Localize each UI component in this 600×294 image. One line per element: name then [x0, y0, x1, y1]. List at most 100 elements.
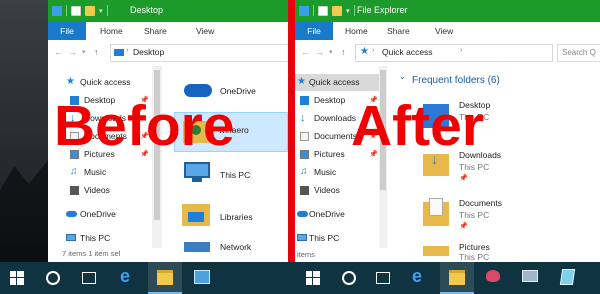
divider-line — [288, 0, 295, 294]
nav-item-videos[interactable]: Videos — [295, 182, 379, 199]
music-icon: ♫ — [70, 166, 78, 177]
network-settings-icon — [522, 270, 538, 282]
back-arrow-icon[interactable]: ← — [301, 47, 310, 57]
back-arrow-icon[interactable]: ← — [54, 47, 63, 57]
forward-arrow-icon[interactable]: → — [68, 47, 77, 57]
chevron-right-icon: › — [126, 47, 129, 54]
task-view-button[interactable] — [76, 262, 102, 294]
recent-locations-icon[interactable]: ▾ — [82, 48, 86, 56]
pin-icon: 📌 — [459, 223, 468, 230]
edge-button[interactable]: e — [404, 262, 434, 294]
folder-item-documents[interactable]: Documents This PC 📌 — [415, 196, 595, 236]
title-bar: ▾ File Explorer — [295, 0, 600, 22]
start-button[interactable] — [296, 262, 332, 294]
documents-icon — [300, 132, 309, 141]
address-bar-row: ← → ▾ ↑ › Desktop — [48, 40, 288, 64]
status-bar: items — [297, 250, 315, 259]
nav-item-quick-access[interactable]: ★ Quick access — [295, 74, 379, 91]
up-arrow-icon[interactable]: ↑ — [94, 47, 99, 57]
pictures-icon — [300, 150, 309, 159]
window-icon — [52, 5, 62, 16]
content-item-libraries[interactable]: Libraries — [174, 200, 288, 230]
search-circle-icon — [342, 271, 356, 285]
documents-icon — [429, 198, 443, 216]
pc-icon — [184, 162, 210, 178]
file-explorer-button[interactable] — [440, 262, 474, 294]
address-path: Quick access — [382, 47, 433, 57]
network-settings-button[interactable] — [514, 262, 546, 294]
desktop-background — [0, 0, 48, 262]
status-bar: 7 items 1 item sel — [62, 249, 121, 258]
address-box[interactable]: › Desktop — [110, 44, 288, 62]
address-box[interactable]: ★ › Quick access › — [355, 44, 553, 62]
pc-icon — [297, 234, 307, 241]
task-view-button[interactable] — [370, 262, 396, 294]
properties-icon[interactable] — [71, 5, 81, 16]
chevron-down-icon[interactable]: ▾ — [346, 7, 350, 15]
start-button[interactable] — [0, 262, 36, 294]
forward-arrow-icon[interactable]: → — [315, 47, 324, 57]
tab-home[interactable]: Home — [100, 22, 123, 40]
star-icon: ★ — [66, 76, 75, 87]
edge-icon: e — [412, 266, 423, 286]
properties-icon[interactable] — [318, 5, 328, 16]
chevron-down-icon[interactable]: ⌄ — [399, 72, 406, 81]
chevron-down-icon[interactable]: ▾ — [99, 7, 103, 15]
tab-view[interactable]: View — [196, 22, 214, 40]
address-path: Desktop — [133, 47, 165, 57]
nav-item-onedrive[interactable]: OneDrive — [295, 206, 379, 223]
nav-item-onedrive[interactable]: OneDrive — [48, 206, 152, 223]
file-explorer-button[interactable] — [148, 262, 182, 294]
tab-file[interactable]: File — [295, 22, 333, 40]
search-button[interactable] — [40, 262, 66, 294]
start-icon — [10, 271, 24, 285]
nav-item-music[interactable]: ♫ Music — [48, 164, 152, 181]
nav-item-this-pc[interactable]: This PC — [295, 230, 379, 247]
new-folder-icon[interactable] — [332, 5, 342, 16]
desktop-folder-icon — [300, 96, 309, 105]
ribbon-tabs: File Home Share View — [295, 22, 600, 41]
star-icon: ★ — [297, 76, 306, 87]
search-button[interactable] — [336, 262, 362, 294]
edge-icon: e — [120, 266, 131, 286]
videos-icon — [70, 186, 79, 195]
notepad-icon — [559, 269, 576, 285]
cloud-icon — [297, 211, 308, 217]
nav-item-videos[interactable]: Videos — [48, 182, 152, 199]
control-panel-button[interactable] — [186, 262, 218, 294]
tab-share[interactable]: Share — [387, 22, 410, 40]
videos-icon — [300, 186, 309, 195]
task-view-icon — [82, 272, 96, 284]
nav-item-quick-access[interactable]: ★ Quick access — [48, 74, 152, 91]
control-panel-icon — [194, 270, 210, 284]
start-icon — [306, 271, 320, 285]
tab-share[interactable]: Share — [144, 22, 167, 40]
window-title: Desktop — [130, 5, 164, 15]
recent-locations-icon[interactable]: ▾ — [329, 48, 333, 56]
nav-item-this-pc[interactable]: This PC — [48, 230, 152, 247]
desktop-icon — [114, 49, 124, 56]
content-item-this-pc[interactable]: This PC — [174, 160, 288, 188]
tab-view[interactable]: View — [435, 22, 453, 40]
paint-icon — [486, 270, 500, 282]
up-arrow-icon[interactable]: ↑ — [341, 47, 346, 57]
window-title: File Explorer — [357, 5, 408, 15]
nav-item-music[interactable]: ♫ Music — [295, 164, 379, 181]
new-folder-icon[interactable] — [85, 5, 95, 16]
taskbar: e e — [0, 262, 600, 294]
tab-home[interactable]: Home — [345, 22, 368, 40]
search-input[interactable]: Search Q — [557, 44, 600, 62]
pin-icon: 📌 — [459, 175, 468, 182]
notepad-button[interactable] — [552, 262, 584, 294]
window-icon — [299, 5, 309, 16]
download-icon: ↓ — [300, 112, 306, 124]
section-header: Frequent folders (6) — [412, 75, 500, 86]
cloud-icon — [66, 211, 77, 217]
edge-button[interactable]: e — [112, 262, 142, 294]
paint-button[interactable] — [478, 262, 510, 294]
tab-file[interactable]: File — [48, 22, 86, 40]
task-view-icon — [376, 272, 390, 284]
chevron-right-icon: › — [460, 47, 463, 54]
music-icon: ♫ — [300, 166, 308, 177]
pc-icon — [66, 234, 76, 241]
